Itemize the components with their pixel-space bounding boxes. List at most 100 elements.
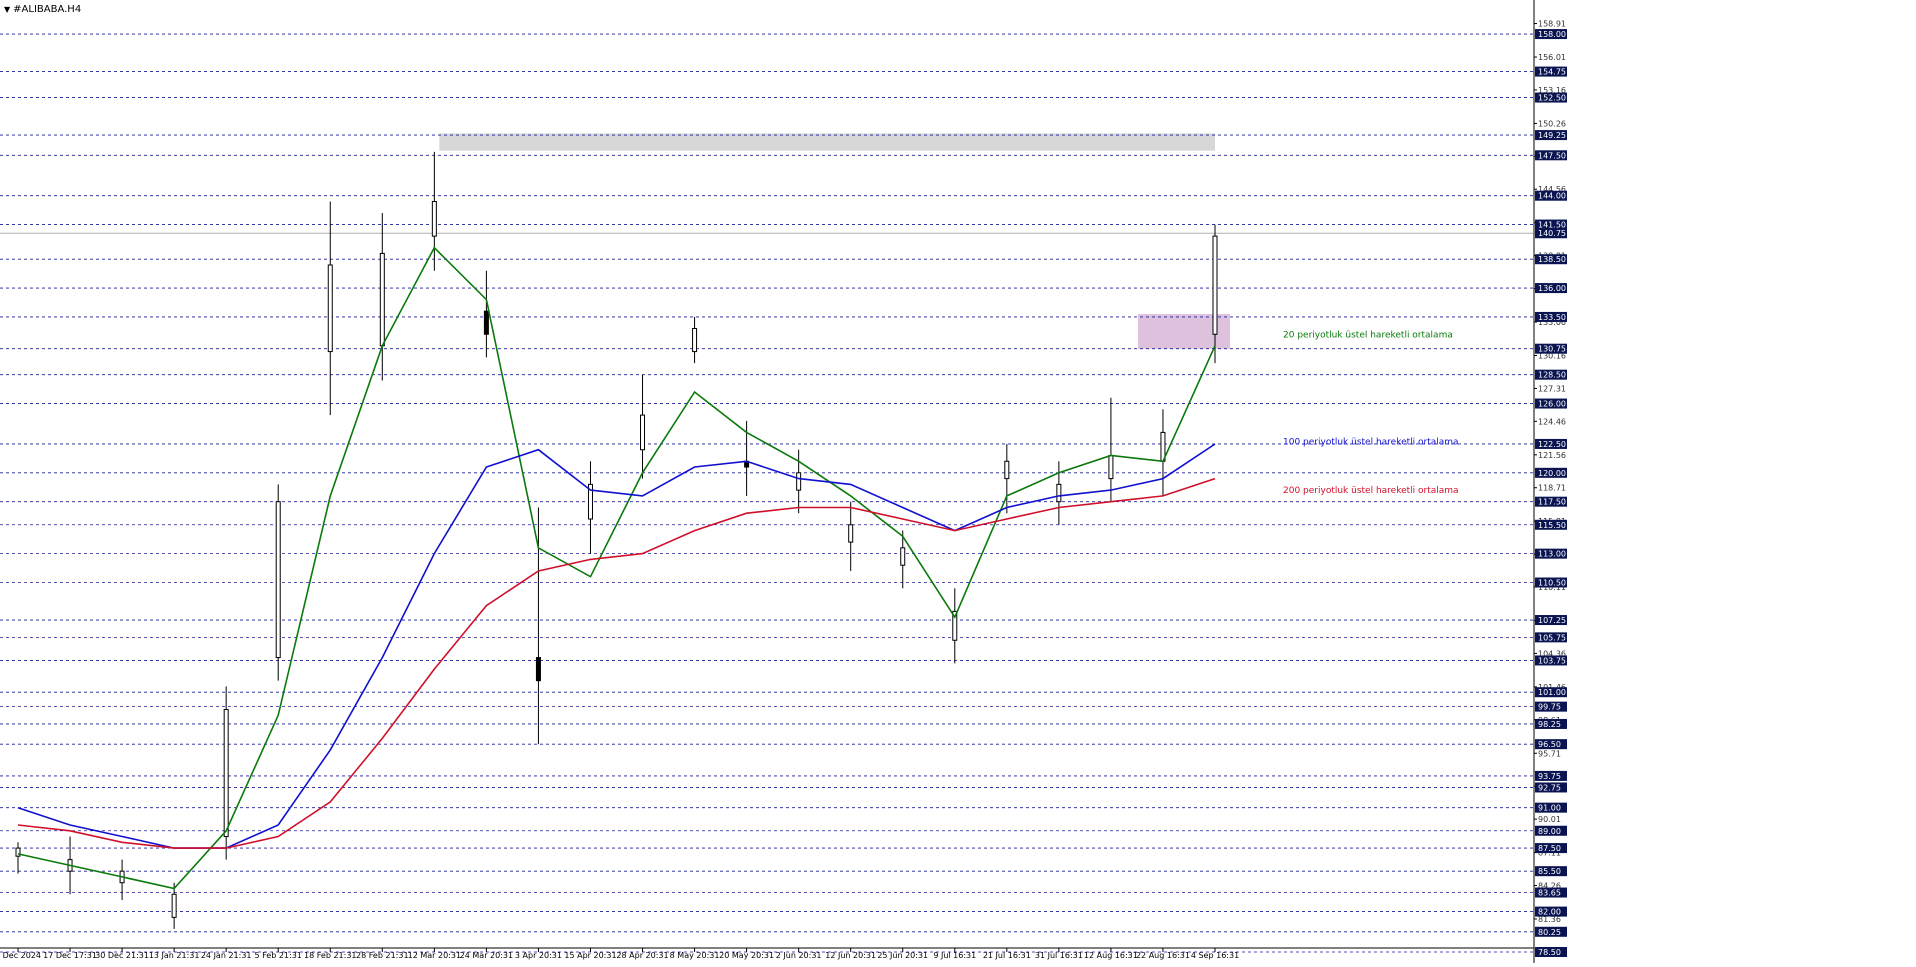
time-tick-label: 24 Jan 21:31: [201, 951, 252, 960]
annotations-layer: 20 periyotluk üstel hareketli ortalama 10…: [1283, 330, 1459, 496]
time-tick-label: 18 Feb 21:31: [304, 951, 356, 960]
price-level-label: 99.75: [1538, 703, 1561, 712]
candle-body: [171, 893, 177, 918]
time-tick-label: 13 Jan 21:31: [149, 951, 200, 960]
price-axis: 158.91156.01153.16150.26147.41144.56141.…: [1533, 0, 1567, 963]
candle-body: [223, 709, 229, 838]
ema200-line: [17, 477, 1216, 849]
ema200-annotation: 200 periyotluk üstel hareketli ortalama: [1283, 486, 1459, 496]
ema100-line: [17, 443, 1216, 849]
price-level-label: 115.50: [1538, 521, 1566, 530]
price-level-label: 92.75: [1538, 783, 1561, 792]
price-level-label: 82.00: [1538, 908, 1561, 917]
time-tick-label: 28 Apr 20:31: [616, 951, 668, 960]
ema-layer: [17, 246, 1216, 890]
price-tick-label: 95.71: [1538, 749, 1561, 758]
time-tick-label: 31 Jul 16:31: [1035, 951, 1083, 960]
price-level-label: 117.50: [1538, 498, 1566, 507]
zones-layer: [439, 133, 1230, 349]
price-level-label: 158.00: [1538, 30, 1566, 39]
time-tick-label: 24 Mar 20:31: [460, 951, 513, 960]
price-tick-label: 127.31: [1538, 384, 1566, 393]
time-tick-label: 3 Apr 20:31: [515, 951, 562, 960]
price-level-label: 78.50: [1538, 948, 1561, 957]
symbol-title[interactable]: ▼ #ALIBABA.H4: [4, 4, 81, 15]
price-level-label: 110.50: [1538, 579, 1566, 588]
time-tick-label: 5 Feb 21:31: [255, 951, 302, 960]
candle-body: [535, 657, 541, 682]
price-level-label: 126.00: [1538, 400, 1566, 409]
candle-body: [1212, 235, 1218, 335]
price-level-label: 141.50: [1538, 221, 1566, 230]
price-tick-label: 158.91: [1538, 20, 1566, 29]
candle-body: [327, 264, 333, 353]
price-level-label: 107.25: [1538, 616, 1566, 625]
time-tick-label: 15 Apr 20:31: [564, 951, 616, 960]
price-level-label: 103.75: [1538, 656, 1566, 665]
price-tick-label: 124.46: [1538, 417, 1566, 426]
price-level-label: 147.50: [1538, 151, 1566, 160]
price-level-label: 83.65: [1538, 889, 1561, 898]
price-level-label: 101.00: [1538, 688, 1566, 697]
price-tick-label: 156.01: [1538, 53, 1566, 62]
price-level-label: 113.00: [1538, 550, 1566, 559]
time-tick-label: 21 Jul 16:31: [983, 951, 1031, 960]
candle-body: [640, 414, 646, 451]
candle-body: [1056, 483, 1062, 503]
time-tick-label: 22 Aug 16:31: [1136, 951, 1190, 960]
price-level-label: 149.25: [1538, 131, 1566, 140]
candle-body: [1004, 460, 1010, 480]
time-tick-label: 17 Dec 17:31: [43, 951, 97, 960]
time-tick-label: 20 May 20:31: [719, 951, 774, 960]
time-tick-label: 9 Jul 16:31: [933, 951, 976, 960]
ema100-annotation: 100 periyotluk üstel hareketli ortalama: [1283, 438, 1459, 448]
price-level-label: 144.00: [1538, 192, 1566, 201]
candle-body: [379, 252, 385, 347]
price-level-label: 128.50: [1538, 371, 1566, 380]
time-tick-label: 25 Jun 20:31: [877, 951, 928, 960]
price-level-label: 152.50: [1538, 94, 1566, 103]
dropdown-arrow-icon[interactable]: ▼: [4, 5, 10, 14]
candle-body: [900, 547, 906, 566]
time-tick-label: 4 Sep 16:31: [1191, 951, 1239, 960]
price-level-label: 87.50: [1538, 844, 1561, 853]
time-tick-label: 30 Dec 21:31: [95, 951, 149, 960]
price-level-label: 96.50: [1538, 740, 1561, 749]
price-level-label: 89.00: [1538, 827, 1561, 836]
price-level-label: 120.00: [1538, 469, 1566, 478]
candle-body: [692, 327, 698, 353]
price-level-label: 122.50: [1538, 440, 1566, 449]
price-tick-label: 121.56: [1538, 451, 1566, 460]
price-level-label: 80.25: [1538, 928, 1561, 937]
symbol-title-text: #ALIBABA.H4: [13, 4, 82, 15]
price-tick-label: 150.26: [1538, 119, 1566, 128]
candles-layer: [15, 151, 1218, 929]
time-tick-label: 5 Dec 2024: [0, 951, 41, 960]
price-level-label: 105.75: [1538, 633, 1566, 642]
time-tick-label: 12 Mar 20:31: [408, 951, 461, 960]
candle-body: [483, 310, 489, 335]
price-chart: 158.91156.01153.16150.26147.41144.56141.…: [0, 0, 1567, 963]
price-tick-label: 118.71: [1538, 484, 1566, 493]
price-level-label: 138.50: [1538, 255, 1566, 264]
price-level-label: 93.75: [1538, 772, 1561, 781]
time-tick-label: 8 May 20:31: [670, 951, 720, 960]
time-tick-label: 12 Jun 20:31: [825, 951, 876, 960]
candle-body: [848, 524, 854, 543]
candle-body: [275, 501, 281, 659]
candle-body: [431, 200, 437, 237]
price-level-label: 154.75: [1538, 68, 1566, 77]
candle-body: [796, 472, 802, 491]
time-tick-label: 2 Jun 20:31: [776, 951, 822, 960]
candle-body: [1108, 455, 1114, 480]
price-level-label: 85.50: [1538, 867, 1561, 876]
time-tick-label: 12 Aug 16:31: [1084, 951, 1138, 960]
ema20-annotation: 20 periyotluk üstel hareketli ortalama: [1283, 330, 1453, 340]
resistance-zone: [439, 133, 1215, 151]
price-level-label: 98.25: [1538, 720, 1561, 729]
ema20-line: [17, 246, 1216, 890]
time-tick-label: 28 Feb 21:31: [356, 951, 408, 960]
price-level-label: 133.50: [1538, 313, 1566, 322]
time-axis: 5 Dec 202417 Dec 17:3130 Dec 21:3113 Jan…: [0, 947, 1534, 960]
price-level-label: 140.75: [1538, 229, 1566, 238]
